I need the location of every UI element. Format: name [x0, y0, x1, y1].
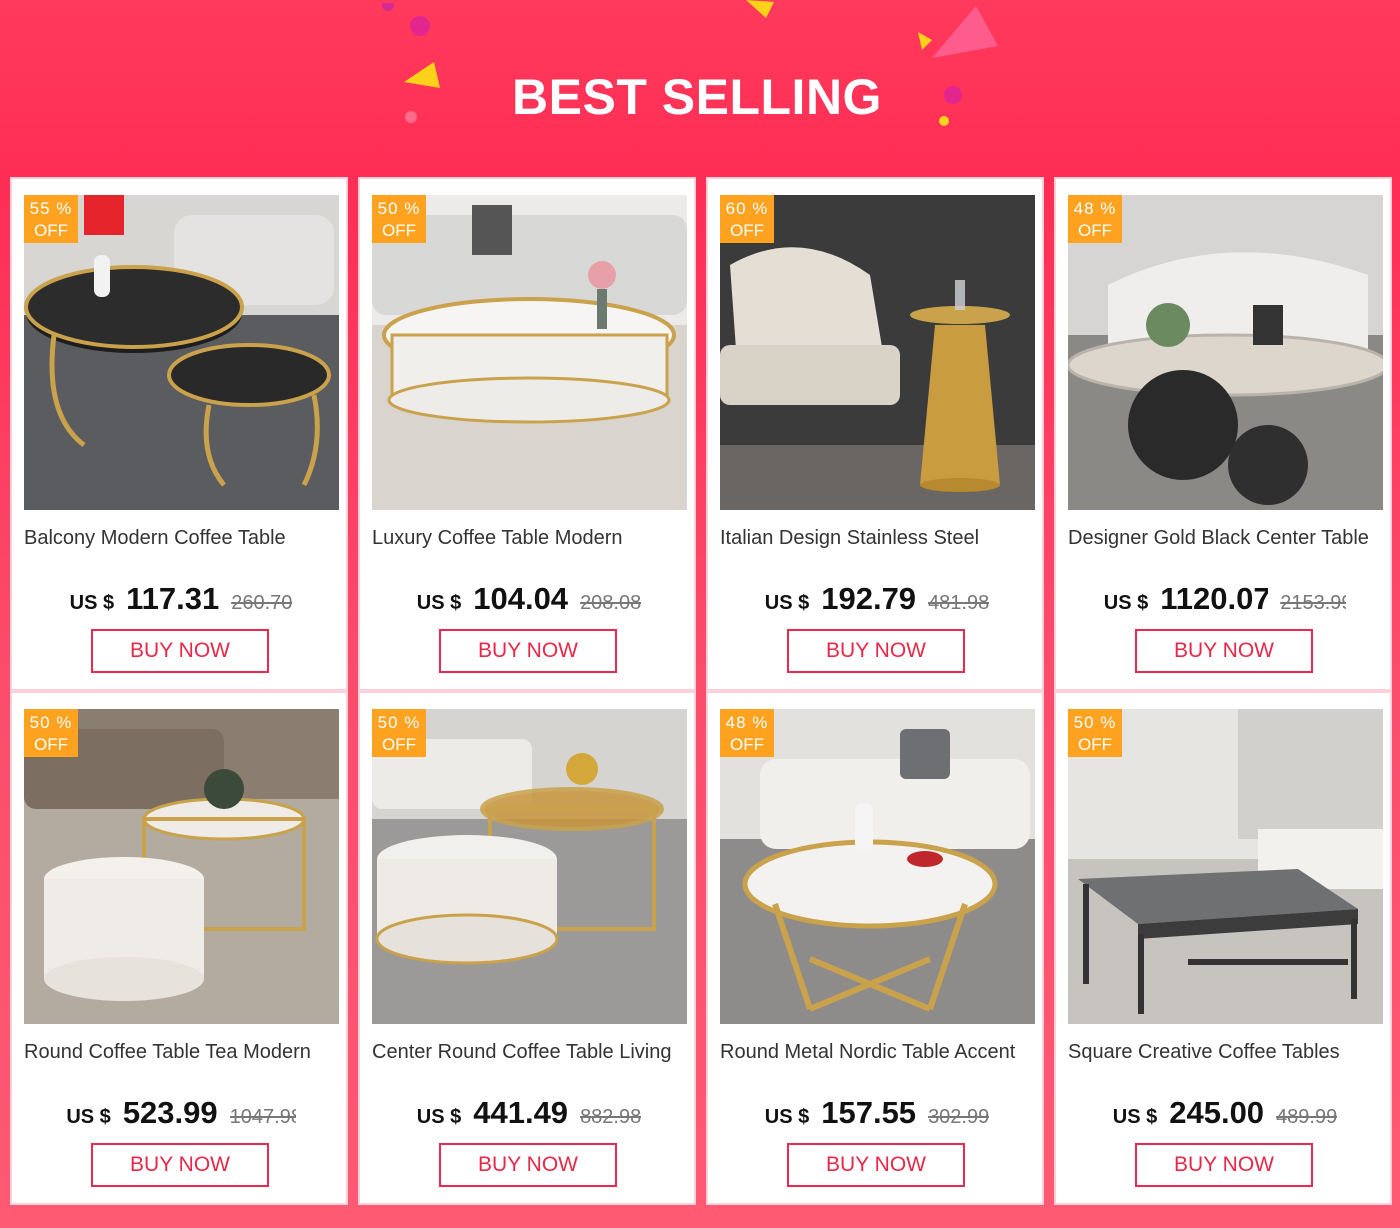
original-price: 2153.99 [1280, 592, 1347, 614]
buy-now-button[interactable]: BUY NOW [439, 629, 617, 673]
product-name[interactable]: Luxury Coffee Table Modern [372, 527, 696, 550]
product-card[interactable]: 55 % OFF Balcony Modern Coffee Table US … [10, 177, 348, 691]
confetti-decoration [746, 0, 776, 25]
price-row: US $ 441.49 882.98 [360, 1095, 698, 1135]
banner-header: BEST SELLING [0, 0, 1400, 170]
product-name[interactable]: Center Round Coffee Table Living [372, 1041, 696, 1064]
buy-now-button[interactable]: BUY NOW [787, 629, 965, 673]
discount-badge: 50 % OFF [372, 195, 426, 243]
discount-badge: 48 % OFF [1068, 195, 1122, 243]
discount-badge: 50 % OFF [24, 709, 78, 757]
discount-badge: 60 % OFF [720, 195, 774, 243]
discount-badge: 50 % OFF [372, 709, 426, 757]
discount-off-label: OFF [382, 221, 416, 240]
price-row: US $ 117.31 260.70 [12, 581, 350, 621]
product-card[interactable]: 50 % OFF Luxury Coffee Table Modern US $… [358, 177, 696, 691]
product-card[interactable]: 50 % OFF Center Round Coffee Table Livin… [358, 691, 696, 1205]
original-price: 481.98 [928, 592, 990, 614]
discount-badge: 55 % OFF [24, 195, 78, 243]
currency-label: US $ [66, 1106, 111, 1128]
discount-off-label: OFF [1078, 735, 1112, 754]
original-price: 260.70 [231, 592, 293, 614]
currency-label: US $ [1112, 1106, 1158, 1128]
buy-now-button[interactable]: BUY NOW [91, 629, 269, 673]
product-name[interactable]: Balcony Modern Coffee Table [24, 527, 348, 550]
discount-off-label: OFF [34, 735, 68, 754]
discount-off-label: OFF [382, 735, 416, 754]
discount-percent: 50 % [377, 199, 421, 218]
discount-percent: 60 % [725, 199, 769, 218]
sale-price: 441.49 [473, 1095, 569, 1130]
sale-price: 192.79 [821, 581, 917, 616]
product-card[interactable]: 50 % OFF Round Coffee Table Tea Modern U… [10, 691, 348, 1205]
discount-badge: 50 % OFF [1068, 709, 1122, 757]
product-card[interactable]: 60 % OFF Italian Design Stainless Steel … [706, 177, 1044, 691]
price-row: US $ 192.79 481.98 [708, 581, 1046, 621]
buy-now-button[interactable]: BUY NOW [1135, 1143, 1313, 1187]
currency-label: US $ [1103, 592, 1149, 614]
sale-price: 245.00 [1169, 1095, 1265, 1130]
discount-off-label: OFF [34, 221, 68, 240]
discount-percent: 55 % [29, 199, 73, 218]
original-price: 882.98 [580, 1106, 642, 1128]
sale-price: 1120.07 [1160, 581, 1269, 616]
buy-now-button[interactable]: BUY NOW [91, 1143, 269, 1187]
discount-off-label: OFF [730, 735, 764, 754]
product-name[interactable]: Italian Design Stainless Steel [720, 527, 1044, 550]
discount-percent: 48 % [1073, 199, 1117, 218]
product-name[interactable]: Designer Gold Black Center Table [1068, 527, 1392, 550]
price-row: US $ 523.99 1047.98 [12, 1095, 350, 1135]
original-price: 489.99 [1276, 1106, 1338, 1128]
buy-now-button[interactable]: BUY NOW [439, 1143, 617, 1187]
price-row: US $ 104.04 208.08 [360, 581, 698, 621]
discount-percent: 50 % [377, 713, 421, 732]
product-grid: 55 % OFF Balcony Modern Coffee Table US … [8, 175, 1392, 1205]
currency-label: US $ [764, 1106, 810, 1128]
discount-off-label: OFF [1078, 221, 1112, 240]
currency-label: US $ [69, 592, 115, 614]
currency-label: US $ [764, 592, 810, 614]
confetti-decoration [408, 14, 432, 43]
original-price: 302.99 [928, 1106, 990, 1128]
price-row: US $ 157.55 302.99 [708, 1095, 1046, 1135]
confetti-decoration [380, 0, 396, 18]
product-card[interactable]: 48 % OFF Round Metal Nordic Table Accent… [706, 691, 1044, 1205]
price-row: US $ 245.00 489.99 [1056, 1095, 1394, 1135]
discount-off-label: OFF [730, 221, 764, 240]
original-price: 1047.98 [229, 1106, 296, 1128]
sale-price: 157.55 [821, 1095, 917, 1130]
buy-now-button[interactable]: BUY NOW [787, 1143, 965, 1187]
product-name[interactable]: Round Coffee Table Tea Modern [24, 1041, 348, 1064]
discount-badge: 48 % OFF [720, 709, 774, 757]
product-card[interactable]: 50 % OFF Square Creative Coffee Tables U… [1054, 691, 1392, 1205]
product-card[interactable]: 48 % OFF Designer Gold Black Center Tabl… [1054, 177, 1392, 691]
sale-price: 117.31 [126, 581, 220, 616]
product-name[interactable]: Round Metal Nordic Table Accent [720, 1041, 1044, 1064]
confetti-decoration [932, 4, 1002, 65]
discount-percent: 50 % [1073, 713, 1117, 732]
buy-now-button[interactable]: BUY NOW [1135, 629, 1313, 673]
sale-price: 104.04 [473, 581, 569, 616]
discount-percent: 48 % [725, 713, 769, 732]
currency-label: US $ [416, 1106, 462, 1128]
original-price: 208.08 [580, 592, 642, 614]
price-row: US $ 1120.07 2153.99 [1056, 581, 1394, 621]
currency-label: US $ [416, 592, 462, 614]
sale-price: 523.99 [122, 1095, 218, 1130]
banner-title: BEST SELLING [512, 69, 882, 125]
product-name[interactable]: Square Creative Coffee Tables [1068, 1041, 1392, 1064]
discount-percent: 50 % [29, 713, 73, 732]
